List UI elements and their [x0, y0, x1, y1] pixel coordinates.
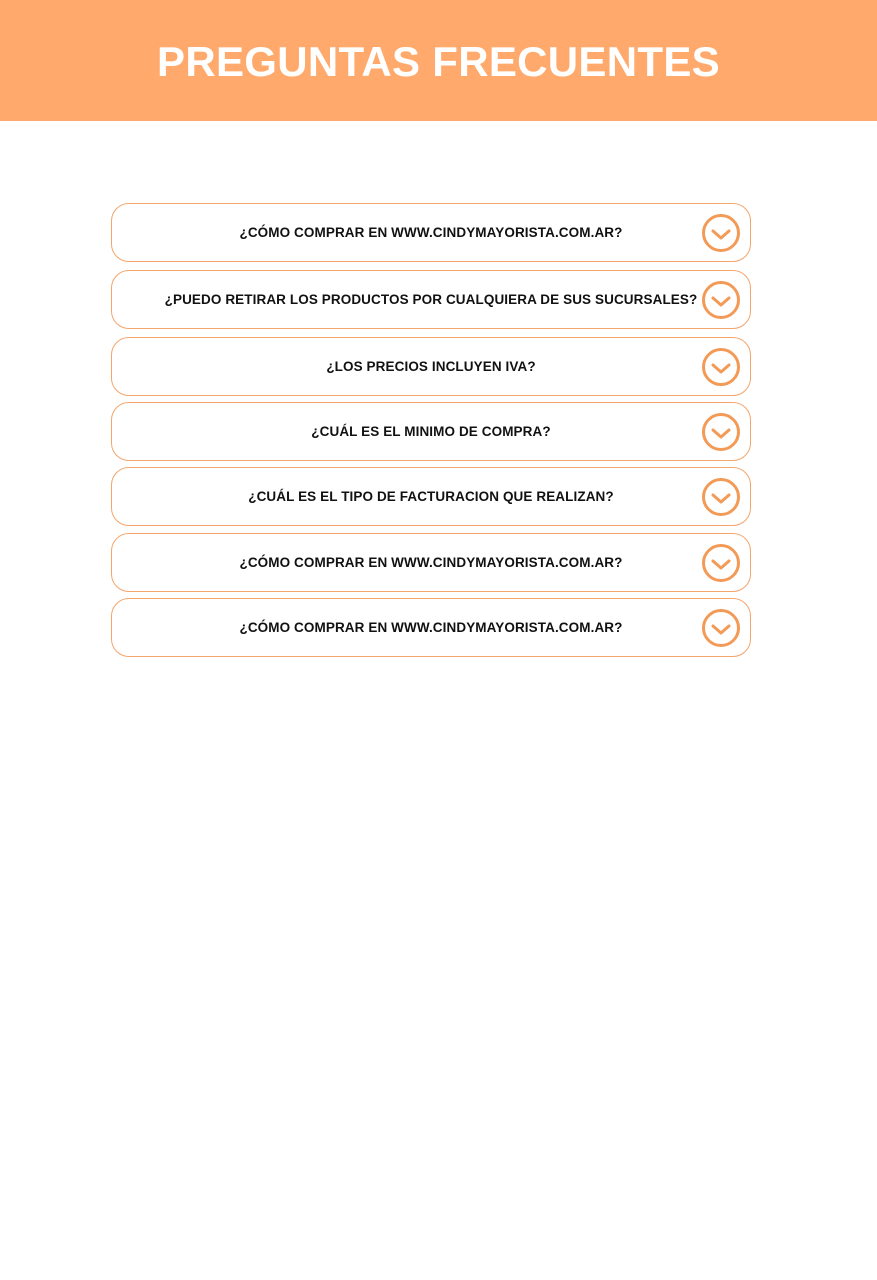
faq-question: ¿CUÁL ES EL TIPO DE FACTURACION QUE REAL…: [248, 489, 614, 504]
faq-question: ¿CÓMO COMPRAR EN WWW.CINDYMAYORISTA.COM.…: [239, 620, 623, 635]
faq-item[interactable]: ¿LOS PRECIOS INCLUYEN IVA?: [111, 337, 751, 396]
faq-item[interactable]: ¿CUÁL ES EL MINIMO DE COMPRA?: [111, 402, 751, 461]
faq-question: ¿CÓMO COMPRAR EN WWW.CINDYMAYORISTA.COM.…: [239, 555, 623, 570]
faq-item[interactable]: ¿CÓMO COMPRAR EN WWW.CINDYMAYORISTA.COM.…: [111, 533, 751, 592]
faq-item[interactable]: ¿CÓMO COMPRAR EN WWW.CINDYMAYORISTA.COM.…: [111, 598, 751, 657]
faq-item[interactable]: ¿PUEDO RETIRAR LOS PRODUCTOS POR CUALQUI…: [111, 270, 751, 329]
chevron-down-circle-icon[interactable]: [702, 544, 740, 582]
chevron-down-circle-icon[interactable]: [702, 478, 740, 516]
chevron-down-circle-icon[interactable]: [702, 281, 740, 319]
page-title: PREGUNTAS FRECUENTES: [157, 37, 720, 85]
faq-item[interactable]: ¿CÓMO COMPRAR EN WWW.CINDYMAYORISTA.COM.…: [111, 203, 751, 262]
faq-question: ¿PUEDO RETIRAR LOS PRODUCTOS POR CUALQUI…: [164, 292, 698, 307]
faq-question: ¿CUÁL ES EL MINIMO DE COMPRA?: [311, 424, 551, 439]
chevron-down-circle-icon[interactable]: [702, 348, 740, 386]
faq-question: ¿CÓMO COMPRAR EN WWW.CINDYMAYORISTA.COM.…: [239, 225, 623, 240]
chevron-down-circle-icon[interactable]: [702, 214, 740, 252]
chevron-down-circle-icon[interactable]: [702, 609, 740, 647]
faq-item[interactable]: ¿CUÁL ES EL TIPO DE FACTURACION QUE REAL…: [111, 467, 751, 526]
page-header: PREGUNTAS FRECUENTES: [0, 0, 877, 121]
faq-question: ¿LOS PRECIOS INCLUYEN IVA?: [326, 359, 536, 374]
chevron-down-circle-icon[interactable]: [702, 413, 740, 451]
